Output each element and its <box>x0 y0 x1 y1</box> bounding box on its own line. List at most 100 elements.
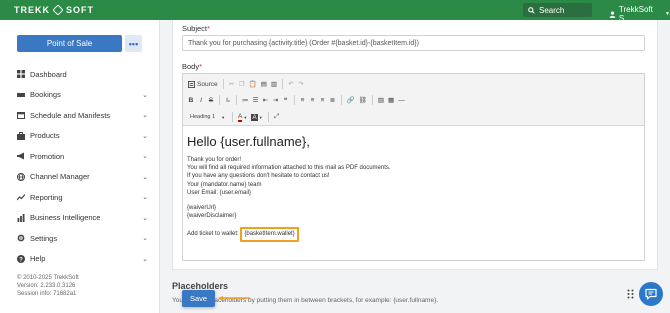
strikethrough-icon[interactable]: S <box>206 94 216 106</box>
ticket-prefix: Add ticket to wallet: <box>187 231 241 238</box>
align-center-icon[interactable]: ≡ <box>308 94 318 106</box>
italic-icon[interactable]: I <box>196 94 206 106</box>
search-icon <box>528 6 535 14</box>
trekksoft-logo[interactable]: TREKK SOFT <box>14 4 94 16</box>
caret-down-icon: ▼ <box>665 11 670 17</box>
sidebar-item-reporting[interactable]: Reporting ⌄ <box>0 187 160 208</box>
horizontal-line-icon[interactable]: ― <box>396 94 407 106</box>
maximize-icon[interactable]: ⤢ <box>272 111 282 123</box>
sidebar-item-bookings[interactable]: Bookings ⌄ <box>0 85 160 106</box>
search-label: Search <box>539 5 565 15</box>
body-label: Body* <box>182 62 203 71</box>
body-line: User Email: {user.email} <box>187 189 252 196</box>
indent-icon[interactable]: ⇥ <box>271 94 281 106</box>
logo-mark-icon <box>52 4 64 16</box>
user-icon <box>609 11 616 18</box>
chevron-down-icon: ⌄ <box>142 255 148 263</box>
paste-text-icon[interactable]: ▤ <box>259 78 269 90</box>
chevron-down-icon: ⌄ <box>142 194 148 202</box>
chat-widget-button[interactable] <box>639 282 663 306</box>
numbered-list-icon[interactable]: ≔ <box>240 94 251 106</box>
promotion-icon <box>17 152 25 160</box>
toolbar-divider <box>222 79 224 89</box>
editor-content[interactable]: Hello {user.fullname}, Thank you for ord… <box>183 126 644 260</box>
remove-format-icon[interactable]: Ix <box>223 94 233 106</box>
sidebar-item-label: Schedule and Manifests <box>30 110 111 120</box>
align-left-icon[interactable]: ≡ <box>298 94 308 106</box>
chevron-down-icon: ⌄ <box>142 132 148 140</box>
sidebar-item-label: Promotion <box>30 151 65 161</box>
sidebar-item-label: Bookings <box>30 90 61 100</box>
arrow-annotation-icon <box>218 296 250 300</box>
body-line: {waiverDisclaimer} <box>187 213 237 220</box>
reporting-icon <box>17 193 25 201</box>
toolbar-divider <box>371 95 373 105</box>
apps-grid-icon[interactable] <box>627 289 634 299</box>
channel-manager-icon <box>17 172 25 181</box>
sidebar-item-promotion[interactable]: Promotion ⌄ <box>0 146 160 167</box>
sidebar-item-label: Reporting <box>30 192 63 202</box>
sidebar-item-help[interactable]: ? Help ⌄ <box>0 249 160 270</box>
sidebar-item-label: Products <box>30 131 60 141</box>
align-right-icon[interactable]: ≡ <box>318 94 328 106</box>
chevron-down-icon: ⌄ <box>142 91 148 99</box>
copyright-text: © 2010-2025 TrekkSoft <box>17 275 79 281</box>
paste-icon[interactable]: 📋 <box>247 78 259 90</box>
source-label: Source <box>197 80 218 88</box>
bulleted-list-icon[interactable]: ☰ <box>251 94 261 106</box>
help-icon: ? <box>17 254 25 263</box>
sidebar: Point of Sale ••• Dashboard Bookings ⌄ S… <box>0 20 160 313</box>
redo-icon[interactable]: ↷ <box>296 78 306 90</box>
toolbar-divider <box>232 112 234 122</box>
toolbar-divider <box>236 95 237 105</box>
text-color-icon[interactable]: A ▼ <box>236 111 249 123</box>
version-text: Version: 2.233.0.3126 <box>17 283 76 289</box>
body-line: {waiverUrl} <box>187 205 217 212</box>
source-icon <box>188 80 195 88</box>
background-color-icon[interactable]: A ▼ <box>249 111 264 123</box>
greeting-heading: Hello {user.fullname}, <box>187 134 310 149</box>
paste-word-icon[interactable]: ▥ <box>269 78 279 90</box>
toolbar-divider <box>219 95 220 105</box>
products-icon <box>17 131 25 140</box>
settings-icon <box>17 234 25 242</box>
business-intelligence-icon <box>17 213 25 222</box>
link-icon[interactable]: 🔗 <box>345 94 357 106</box>
image-icon[interactable]: ▨ <box>376 94 386 106</box>
copy-icon[interactable]: ❐ <box>237 78 247 90</box>
ticket-line: Add ticket to wallet: {basketItem.wallet… <box>187 227 640 242</box>
cut-icon[interactable]: ✂ <box>227 78 237 90</box>
subject-input[interactable]: Thank you for purchasing {activity.title… <box>182 35 645 51</box>
sidebar-item-schedule[interactable]: Schedule and Manifests ⌄ <box>0 105 160 126</box>
chevron-down-icon: ⌄ <box>142 173 148 181</box>
outdent-icon[interactable]: ⇤ <box>261 94 271 106</box>
sidebar-item-business-intelligence[interactable]: Business Intelligence ⌄ <box>0 208 160 229</box>
sidebar-item-dashboard[interactable]: Dashboard <box>0 64 160 85</box>
sidebar-item-channel-manager[interactable]: Channel Manager ⌄ <box>0 167 160 188</box>
bold-icon[interactable]: B <box>186 94 196 106</box>
point-of-sale-button[interactable]: Point of Sale <box>17 35 122 52</box>
chevron-down-icon: ⌄ <box>142 153 148 161</box>
format-dropdown[interactable]: Heading 1 ▼ <box>186 112 229 123</box>
sidebar-item-label: Channel Manager <box>30 172 90 182</box>
rich-text-editor: Source ✂ ❐ 📋 ▤ ▥ ↶ ↷ B I S Ix ≔ ☰ ⇤ ⇥ ❝ … <box>182 73 645 261</box>
chevron-down-icon: ⌄ <box>142 112 148 120</box>
undo-icon[interactable]: ↶ <box>286 78 296 90</box>
toolbar-divider <box>340 95 342 105</box>
toolbar-divider <box>293 95 295 105</box>
sidebar-item-products[interactable]: Products ⌄ <box>0 126 160 147</box>
svg-text:?: ? <box>19 257 23 263</box>
unlink-icon[interactable]: ⛓ <box>357 94 369 106</box>
more-options-button[interactable]: ••• <box>125 35 142 52</box>
sidebar-nav: Dashboard Bookings ⌄ Schedule and Manife… <box>0 64 160 269</box>
search-button[interactable]: Search <box>523 3 592 17</box>
sidebar-item-label: Dashboard <box>30 69 67 79</box>
sidebar-item-settings[interactable]: Settings ⌄ <box>0 228 160 249</box>
save-button[interactable]: Save <box>182 290 215 307</box>
source-button[interactable]: Source <box>186 78 220 90</box>
align-justify-icon[interactable]: ≣ <box>328 94 338 106</box>
table-icon[interactable]: ▦ <box>386 94 396 106</box>
chevron-down-icon: ⌄ <box>142 235 148 243</box>
editor-toolbar: Source ✂ ❐ 📋 ▤ ▥ ↶ ↷ B I S Ix ≔ ☰ ⇤ ⇥ ❝ … <box>183 74 644 126</box>
blockquote-icon[interactable]: ❝ <box>281 94 291 106</box>
